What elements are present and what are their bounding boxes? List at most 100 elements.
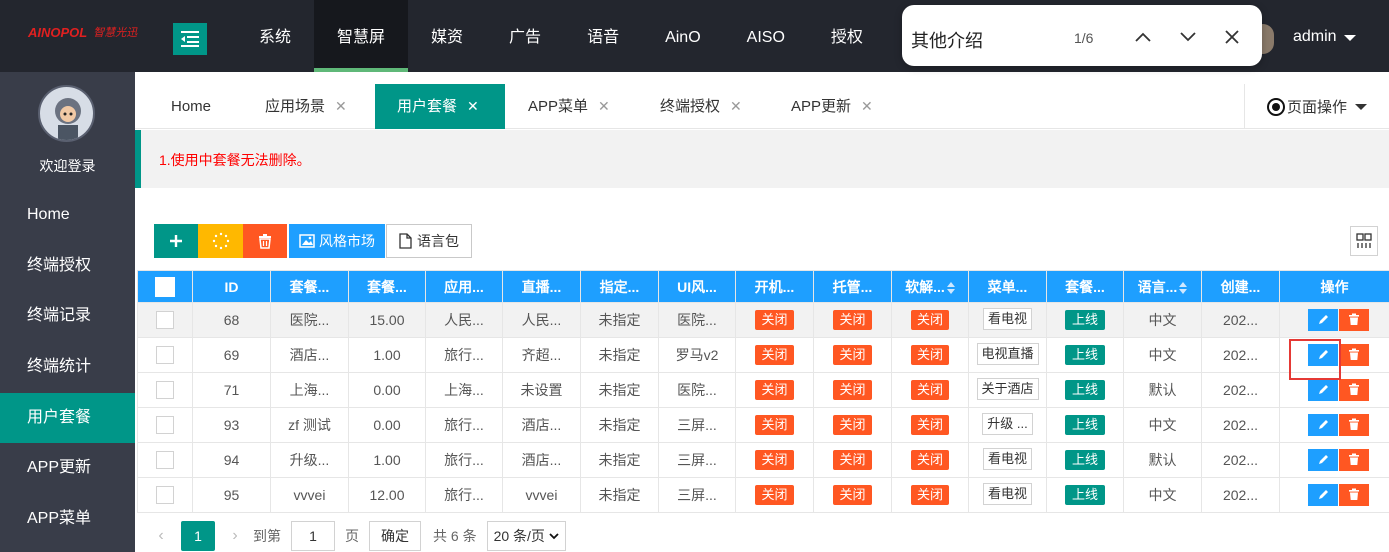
delete-row-button[interactable] [1339,309,1369,331]
sort-icon[interactable] [1179,281,1188,294]
nav-item-media[interactable]: 媒资 [408,0,486,72]
find-previous-button[interactable] [1129,23,1157,51]
nav-item-voice[interactable]: 语音 [564,0,642,72]
soft-status-badge[interactable]: 关闭 [910,450,949,470]
column-header-ui-style[interactable]: UI风... [658,270,736,303]
table-row[interactable]: 71 上海... 0.00 上海... 未设置 未指定 医院... 关闭 关闭 关闭 关于酒店 上线默… [137,372,1389,408]
table-row[interactable]: 68 医院... 15.00 人民... 人民... 未指定 医院... 关闭 关闭 关闭 看电视上… [137,302,1389,338]
host-status-badge[interactable]: 关闭 [833,345,872,365]
language-pack-button[interactable]: 语言包 [386,224,472,258]
online-status-badge[interactable]: 上线 [1064,380,1105,400]
tab-close-icon[interactable]: ✕ [598,98,610,114]
online-status-badge[interactable]: 上线 [1064,345,1105,365]
select-all-checkbox[interactable] [155,276,175,297]
user-menu-caret-icon[interactable] [1344,35,1356,41]
prev-page-icon[interactable]: ‹ [147,527,175,545]
column-header-language[interactable]: 语言... [1123,270,1202,303]
sidebar-item-terminal-license[interactable]: 终端授权 [0,241,135,291]
delete-row-button[interactable] [1339,449,1369,471]
tab-app-update[interactable]: APP更新 ✕ [791,84,873,129]
menu-select[interactable]: 看电视 [982,482,1032,505]
nav-item-smart-screen[interactable]: 智慧屏 [314,0,409,72]
find-close-button[interactable] [1218,23,1246,51]
column-header-menu[interactable]: 菜单... [968,270,1047,303]
column-header-created[interactable]: 创建... [1201,270,1280,303]
refresh-button[interactable] [198,224,243,258]
next-page-icon[interactable]: › [221,527,249,545]
column-header-package-status[interactable]: 套餐... [1046,270,1124,303]
tab-user-packages[interactable]: 用户套餐 ✕ [375,84,505,129]
tab-close-icon[interactable]: ✕ [730,98,742,114]
boot-status-badge[interactable]: 关闭 [755,310,794,330]
column-header-assigned[interactable]: 指定... [580,270,659,303]
edit-button[interactable] [1308,309,1338,331]
boot-status-badge[interactable]: 关闭 [755,345,794,365]
host-status-badge[interactable]: 关闭 [833,450,872,470]
column-header-package-name[interactable]: 套餐... [270,270,349,303]
sidebar-item-app-menu[interactable]: APP菜单 [0,494,135,544]
delete-row-button[interactable] [1339,379,1369,401]
add-button[interactable] [154,224,198,258]
boot-status-badge[interactable]: 关闭 [755,380,794,400]
tab-terminal-license[interactable]: 终端授权 ✕ [660,84,742,129]
delete-row-button[interactable] [1339,484,1369,506]
row-checkbox[interactable] [156,451,174,470]
sidebar-item-terminal-stats[interactable]: 终端统计 [0,342,135,392]
tab-close-icon[interactable]: ✕ [861,98,873,114]
nav-item-ads[interactable]: 广告 [486,0,564,72]
tab-app-scenes[interactable]: 应用场景 ✕ [265,84,347,129]
menu-select[interactable]: 看电视 [982,307,1032,330]
host-status-badge[interactable]: 关闭 [833,415,872,435]
sidebar-item-terminal-records[interactable]: 终端记录 [0,291,135,341]
soft-status-badge[interactable]: 关闭 [910,415,949,435]
table-row[interactable]: 93 zf 测试 0.00 旅行... 酒店... 未指定 三屏... 关闭 关闭 关闭 升级 ..… [137,407,1389,443]
row-checkbox[interactable] [156,416,174,435]
tab-home[interactable]: Home [171,84,211,129]
page-operations-dropdown[interactable]: 页面操作 [1244,84,1389,129]
tab-app-menu[interactable]: APP菜单 ✕ [528,84,610,129]
host-status-badge[interactable]: 关闭 [833,310,872,330]
menu-select[interactable]: 看电视 [982,447,1032,470]
menu-select[interactable]: 电视直播 [976,342,1039,365]
menu-select[interactable]: 关于酒店 [976,377,1039,400]
boot-status-badge[interactable]: 关闭 [755,415,794,435]
delete-button[interactable] [243,224,287,258]
column-header-boot[interactable]: 开机... [735,270,814,303]
edit-button[interactable] [1308,484,1338,506]
table-row[interactable]: 94 升级... 1.00 旅行... 酒店... 未指定 三屏... 关闭 关闭 关闭 看电视 上线… [137,442,1389,478]
sort-icon[interactable] [946,281,955,294]
soft-status-badge[interactable]: 关闭 [910,485,949,505]
sidebar-item-home[interactable]: Home [0,190,135,240]
tab-close-icon[interactable]: ✕ [335,98,347,114]
column-header-id[interactable]: ID [192,270,271,303]
online-status-badge[interactable]: 上线 [1064,450,1105,470]
delete-row-button[interactable] [1339,344,1369,366]
table-row[interactable]: 69 酒店... 1.00 旅行... 齐超... 未指定 罗马v2 关闭 关闭 关闭 电视直播 上线… [137,337,1389,373]
menu-toggle-button[interactable] [173,23,207,55]
row-checkbox[interactable] [156,486,174,505]
sidebar-item-user-packages[interactable]: 用户套餐 [0,393,135,443]
menu-select[interactable]: 升级 ... [982,412,1033,435]
table-row[interactable]: 95 vvvei 12.00 旅行... vvvei 未指定 三屏... 关闭 关闭 关闭 看电视上… [137,477,1389,513]
delete-row-button[interactable] [1339,414,1369,436]
find-input[interactable]: 其他介绍 [911,27,983,53]
host-status-badge[interactable]: 关闭 [833,485,872,505]
online-status-badge[interactable]: 上线 [1064,415,1105,435]
column-header-soft-decode[interactable]: 软解... [891,270,969,303]
row-checkbox[interactable] [156,346,174,365]
style-market-button[interactable]: 风格市场 [289,224,385,258]
nav-item-aino[interactable]: AinO [642,0,724,72]
page-size-select[interactable]: 20 条/页 [486,521,566,551]
host-status-badge[interactable]: 关闭 [833,380,872,400]
page-button-current[interactable]: 1 [181,521,215,551]
goto-confirm-button[interactable]: 确定 [369,521,421,551]
column-header-hosting[interactable]: 托管... [813,270,892,303]
user-name[interactable]: admin [1293,28,1337,46]
nav-item-aiso[interactable]: AISO [724,0,808,72]
edit-button[interactable] [1308,449,1338,471]
online-status-badge[interactable]: 上线 [1064,310,1105,330]
tab-close-icon[interactable]: ✕ [467,98,479,114]
boot-status-badge[interactable]: 关闭 [755,485,794,505]
goto-page-input[interactable]: 1 [291,521,335,551]
find-next-button[interactable] [1174,23,1202,51]
